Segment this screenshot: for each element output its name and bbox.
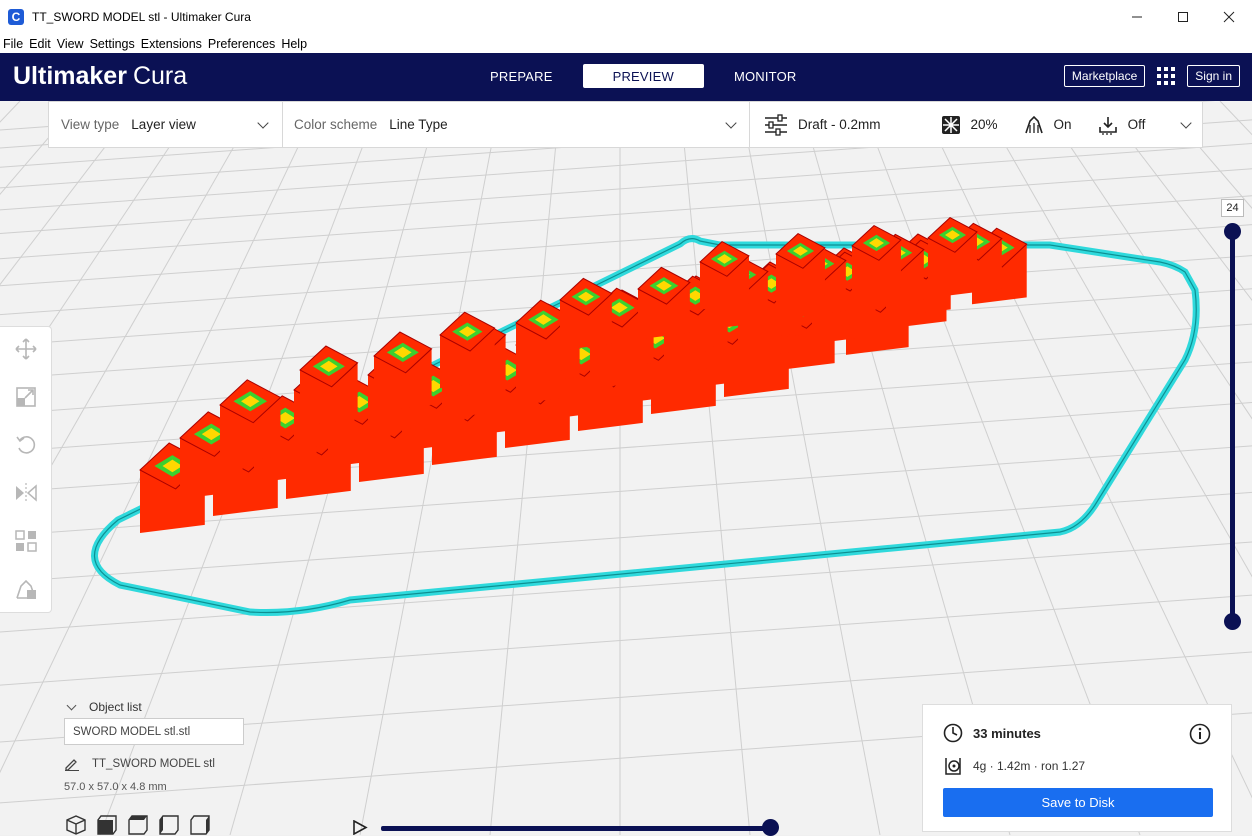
view-type-dropdown[interactable]: View type Layer view [49, 102, 282, 147]
layer-block [559, 277, 613, 351]
tool-panel [0, 326, 52, 613]
front-view-icon[interactable] [97, 815, 117, 835]
layer-block [373, 331, 433, 412]
cura-app-icon: C [8, 9, 24, 25]
menu-extensions[interactable]: Extensions [141, 37, 202, 51]
menu-preferences[interactable]: Preferences [208, 37, 275, 51]
3d-view-icon[interactable] [66, 815, 86, 835]
close-icon[interactable] [1206, 0, 1252, 34]
print-time: 33 minutes [973, 725, 1041, 741]
layer-block [439, 311, 496, 389]
color-scheme-label: Color scheme [294, 117, 378, 132]
sliced-model [139, 216, 1028, 533]
menu-edit[interactable]: Edit [29, 37, 51, 51]
marketplace-button[interactable]: Marketplace [1063, 65, 1146, 87]
infill-icon [941, 115, 960, 134]
menu-file[interactable]: File [3, 37, 23, 51]
object-name: TT_SWORD MODEL stl [92, 758, 215, 770]
minimize-icon[interactable] [1114, 0, 1160, 34]
per-model-settings-icon[interactable] [14, 529, 38, 553]
layer-block [219, 379, 282, 464]
window-titlebar: C TT_SWORD MODEL stl - Ultimaker Cura [0, 0, 1252, 34]
app-header: Ultimaker Cura PREPARE PREVIEW MONITOR Ma… [0, 53, 1252, 101]
layer-block [851, 224, 902, 294]
simulation-slider-handle[interactable] [762, 819, 779, 836]
support-value: On [1053, 117, 1072, 132]
top-view-icon[interactable] [128, 815, 148, 835]
info-icon[interactable] [1189, 723, 1211, 745]
view-settings-panel: View type Layer view Color scheme Line T… [48, 101, 1203, 148]
profile-sliders-icon [765, 113, 787, 136]
view-type-value: Layer view [131, 117, 196, 132]
menu-view[interactable]: View [57, 37, 84, 51]
layer-slider-lower-handle[interactable] [1224, 613, 1241, 630]
filament-spool-icon [945, 758, 961, 775]
layer-slider-upper-handle[interactable] [1224, 223, 1241, 240]
layer-block [699, 240, 750, 310]
layer-block [927, 216, 978, 286]
move-tool-icon[interactable] [14, 337, 38, 361]
layer-slider-track[interactable] [1230, 231, 1235, 621]
material-usage: 4g · 1.42m · ron 1.27 [973, 759, 1086, 773]
object-list-toggle[interactable]: Object list [64, 700, 304, 714]
print-settings-selector[interactable]: Draft - 0.2mm 20% On Off [750, 102, 1202, 147]
chevron-down-icon [257, 117, 269, 129]
maximize-icon[interactable] [1160, 0, 1206, 34]
layer-number-input[interactable]: 24 [1221, 199, 1244, 217]
tab-prepare[interactable]: PREPARE [460, 64, 583, 88]
stage-tabs: PREPARE PREVIEW MONITOR [460, 64, 827, 88]
menu-help[interactable]: Help [281, 37, 307, 51]
support-blocker-icon[interactable] [14, 577, 38, 601]
ultimaker-cura-logo: Ultimaker Cura [13, 62, 188, 90]
object-list-panel: Object list SWORD MODEL stl.stl TT_SWORD… [64, 700, 304, 793]
clock-icon [943, 723, 963, 743]
color-scheme-dropdown[interactable]: Color scheme Line Type [283, 102, 749, 147]
chevron-down-icon [725, 117, 737, 129]
print-info-panel: 33 minutes 4g · 1.42m · ron 1.27 Save to… [922, 704, 1232, 832]
chevron-down-icon [1180, 117, 1192, 129]
sign-in-button[interactable]: Sign in [1187, 65, 1240, 87]
object-dimensions: 57.0 x 57.0 x 4.8 mm [64, 781, 167, 793]
adhesion-value: Off [1127, 117, 1146, 132]
simulation-slider-track[interactable] [381, 826, 771, 831]
layer-block [637, 266, 691, 340]
apps-grid-icon[interactable] [1157, 67, 1176, 85]
infill-value: 20% [970, 117, 998, 132]
mirror-tool-icon[interactable] [14, 481, 38, 505]
tab-monitor[interactable]: MONITOR [704, 64, 827, 88]
save-to-disk-button[interactable]: Save to Disk [943, 788, 1213, 817]
scale-tool-icon[interactable] [14, 385, 38, 409]
menu-settings[interactable]: Settings [90, 37, 135, 51]
layer-block [299, 345, 359, 426]
pencil-icon[interactable] [64, 757, 80, 771]
tab-preview[interactable]: PREVIEW [582, 64, 704, 88]
right-view-icon[interactable] [190, 815, 210, 835]
support-icon [1024, 115, 1043, 133]
adhesion-icon [1098, 116, 1117, 135]
object-list-item[interactable]: SWORD MODEL stl.stl [64, 718, 244, 745]
rotate-tool-icon[interactable] [14, 433, 38, 457]
chevron-down-icon [66, 700, 77, 710]
left-view-icon[interactable] [159, 815, 179, 835]
play-icon[interactable] [352, 820, 368, 835]
view-type-label: View type [61, 117, 120, 132]
window-title: TT_SWORD MODEL stl - Ultimaker Cura [32, 10, 251, 24]
menu-bar: File Edit View Settings Extensions Prefe… [0, 34, 1252, 53]
color-scheme-value: Line Type [389, 117, 448, 132]
object-list-header: Object list [89, 700, 142, 714]
profile-value: Draft - 0.2mm [798, 117, 881, 132]
view-orientation-buttons [66, 815, 221, 835]
